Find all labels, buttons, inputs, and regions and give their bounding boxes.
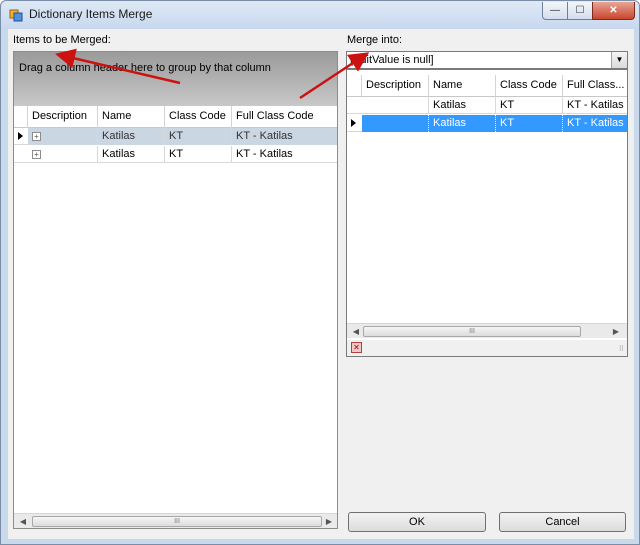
chevron-down-icon[interactable]: ▼: [611, 52, 627, 68]
dialog-window: Dictionary Items Merge — ☐ ✕ Items to be…: [0, 0, 640, 545]
left-grid-header: Description Name Class Code Full Class C…: [14, 106, 337, 128]
group-by-panel[interactable]: Drag a column header here to group by th…: [14, 52, 337, 106]
dialog-client-area: Items to be Merged: Drag a column header…: [8, 29, 634, 539]
close-button[interactable]: ✕: [592, 2, 635, 20]
row-pointer-icon: [18, 132, 23, 140]
cell-full-class-code[interactable]: KT - Katilas: [563, 97, 627, 114]
cell-description[interactable]: +: [28, 146, 98, 163]
scroll-right-icon[interactable]: ▶: [609, 325, 623, 338]
scroll-right-icon[interactable]: ▶: [322, 515, 336, 528]
items-to-merge-label: Items to be Merged:: [13, 34, 111, 46]
minimize-button[interactable]: —: [542, 2, 568, 20]
column-header-description[interactable]: Description: [362, 75, 429, 97]
maximize-button[interactable]: ☐: [567, 2, 593, 20]
expand-icon[interactable]: +: [32, 132, 41, 141]
cell-name[interactable]: Katilas: [429, 115, 496, 132]
maximize-icon: ☐: [575, 5, 585, 16]
items-to-merge-grid: Drag a column header here to group by th…: [13, 51, 338, 529]
table-row[interactable]: + Katilas KT KT - Katilas: [14, 146, 337, 163]
cell-class-code[interactable]: KT: [496, 115, 563, 132]
combo-value: [EditValue is null]: [350, 54, 434, 66]
minimize-icon: —: [550, 5, 560, 16]
column-header-full-class-code[interactable]: Full Class Code: [232, 106, 337, 128]
cell-class-code[interactable]: KT: [496, 97, 563, 114]
row-pointer-icon: [351, 119, 356, 127]
column-header-full-class-code[interactable]: Full Class...: [563, 75, 627, 97]
left-horizontal-scrollbar[interactable]: ◀ III ▶: [14, 513, 337, 528]
row-indicator-header: [14, 106, 28, 128]
right-horizontal-scrollbar[interactable]: ◀ III ▶: [347, 323, 627, 338]
cell-name[interactable]: Katilas: [98, 128, 165, 145]
cell-full-class-code[interactable]: KT - Katilas: [232, 146, 337, 163]
current-row-indicator: [14, 128, 28, 144]
merge-into-label: Merge into:: [347, 34, 403, 46]
column-header-name[interactable]: Name: [98, 106, 165, 128]
cell-class-code[interactable]: KT: [165, 146, 232, 163]
cell-description[interactable]: +: [28, 128, 98, 145]
dropdown-footer: ✕ ⠿: [347, 340, 627, 356]
table-row[interactable]: Katilas KT KT - Katilas: [347, 115, 627, 132]
cell-description[interactable]: [362, 97, 429, 114]
scroll-left-icon[interactable]: ◀: [16, 515, 30, 528]
close-icon: ✕: [609, 5, 618, 16]
current-row-indicator: [347, 115, 362, 131]
title-bar[interactable]: Dictionary Items Merge — ☐ ✕: [1, 1, 639, 29]
right-grid-header: Description Name Class Code Full Class..…: [347, 75, 627, 97]
row-indicator: [347, 97, 362, 113]
clear-icon[interactable]: ✕: [351, 342, 362, 353]
merge-into-combobox[interactable]: [EditValue is null] ▼: [346, 51, 628, 69]
window-title: Dictionary Items Merge: [29, 7, 153, 21]
cell-class-code[interactable]: KT: [165, 128, 232, 145]
merge-into-dropdown: Description Name Class Code Full Class..…: [346, 69, 628, 357]
app-icon: [9, 9, 23, 22]
cancel-button[interactable]: Cancel: [499, 512, 626, 532]
resize-grip-icon[interactable]: ⠿: [619, 345, 624, 353]
ok-button[interactable]: OK: [348, 512, 486, 532]
cell-description[interactable]: [362, 115, 429, 132]
cell-full-class-code[interactable]: KT - Katilas: [563, 115, 627, 132]
cell-full-class-code[interactable]: KT - Katilas: [232, 128, 337, 145]
table-row[interactable]: Katilas KT KT - Katilas: [347, 97, 627, 114]
table-row[interactable]: + Katilas KT KT - Katilas: [14, 128, 337, 145]
column-header-name[interactable]: Name: [429, 75, 496, 97]
row-indicator-header: [347, 75, 362, 97]
column-header-class-code[interactable]: Class Code: [165, 106, 232, 128]
column-header-description[interactable]: Description: [28, 106, 98, 128]
scroll-thumb[interactable]: III: [363, 326, 581, 337]
group-by-panel-text: Drag a column header here to group by th…: [19, 62, 271, 74]
cell-name[interactable]: Katilas: [429, 97, 496, 114]
expand-icon[interactable]: +: [32, 150, 41, 159]
scroll-thumb[interactable]: III: [32, 516, 322, 527]
scroll-left-icon[interactable]: ◀: [349, 325, 363, 338]
row-indicator: [14, 146, 28, 162]
column-header-class-code[interactable]: Class Code: [496, 75, 563, 97]
cell-name[interactable]: Katilas: [98, 146, 165, 163]
